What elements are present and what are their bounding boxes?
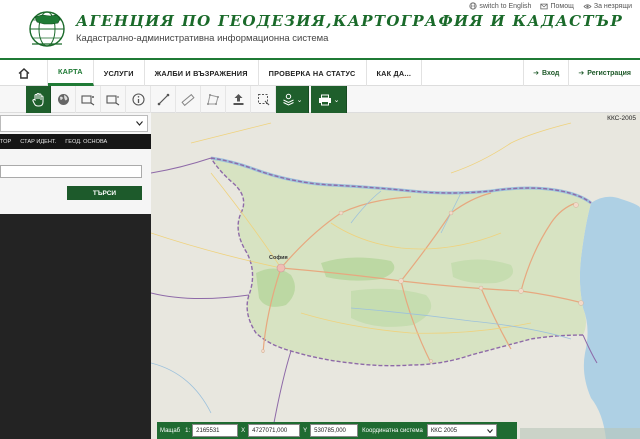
info-icon	[131, 93, 145, 106]
sofia-city-marker	[276, 263, 286, 273]
search-type-select[interactable]	[0, 115, 148, 132]
agency-subtitle: Кадастрално-административна информационн…	[76, 33, 329, 44]
print-dropdown-button[interactable]: ⌄	[311, 86, 347, 113]
search-input[interactable]	[0, 165, 142, 178]
header: АГЕНЦИЯ ПО ГЕОДЕЗИЯ,КАРТОГРАФИЯ И КАДАСТ…	[0, 0, 640, 58]
remove-layer-icon	[106, 94, 120, 105]
pan-tool-button[interactable]	[26, 86, 51, 113]
accessibility-link[interactable]: За незрящи	[583, 2, 632, 10]
nav-auth: ➔ Вход ➔ Регистрация	[523, 60, 640, 86]
add-layer-icon	[81, 94, 95, 105]
capital-label: София	[269, 255, 288, 261]
nav-item-map[interactable]: КАРТА	[48, 60, 94, 86]
search-panel: ТОР СТАР ИДЕНТ. ГЕОД. ОСНОВА ТЪРСИ	[0, 113, 151, 439]
app-root: АГЕНЦИЯ ПО ГЕОДЕЗИЯ,КАРТОГРАФИЯ И КАДАСТ…	[0, 0, 640, 439]
coordinate-bar-shadow	[520, 428, 640, 439]
login-link[interactable]: ➔ Вход	[523, 60, 568, 86]
search-tabs: ТОР СТАР ИДЕНТ. ГЕОД. ОСНОВА	[0, 134, 151, 149]
nav-item-complaints[interactable]: ЖАЛБИ И ВЪЗРАЖЕНИЯ	[145, 60, 259, 86]
forest-area	[351, 288, 432, 327]
select-region-button[interactable]	[251, 86, 276, 113]
forest-area	[451, 259, 514, 284]
switch-language-link[interactable]: switch to English	[469, 2, 531, 10]
home-icon	[18, 67, 29, 79]
tab-geodetic-base[interactable]: ГЕОД. ОСНОВА	[65, 139, 107, 145]
pan-hand-icon	[32, 92, 44, 106]
coordinate-system-label: ККС-2005	[607, 115, 636, 122]
forest-area	[321, 257, 395, 281]
layers-icon	[282, 93, 294, 106]
print-icon	[318, 94, 331, 105]
agency-title: АГЕНЦИЯ ПО ГЕОДЕЗИЯ,КАРТОГРАФИЯ И КАДАСТ…	[76, 12, 624, 30]
globe-tool-button[interactable]	[51, 86, 76, 113]
eye-icon	[583, 3, 592, 9]
coordinate-bar: Мащаб 1: 2165531 X 4727071,000 Y 530785,…	[157, 422, 517, 439]
nav-item-how-to[interactable]: КАК ДА...	[367, 60, 423, 86]
coordinate-system-select[interactable]: ККС 2005	[426, 424, 497, 437]
switch-language-label: switch to English	[479, 2, 532, 10]
nav-items: КАРТА УСЛУГИ ЖАЛБИ И ВЪЗРАЖЕНИЯ ПРОВЕРКА…	[48, 60, 423, 86]
accessibility-label: За незрящи	[593, 2, 632, 10]
top-links: switch to English Помощ За незрящи	[469, 2, 632, 10]
chevron-down-icon: ⌄	[333, 96, 340, 104]
globe-icon	[469, 2, 477, 10]
measure-line-icon	[157, 93, 169, 106]
y-label: Y	[303, 427, 308, 434]
map-toolbar: ⌄ ⌄	[0, 86, 640, 113]
scale-prefix: 1:	[185, 427, 191, 434]
search-button[interactable]: ТЪРСИ	[67, 186, 142, 200]
map-svg	[151, 113, 640, 439]
upload-button[interactable]	[226, 86, 251, 113]
y-coordinate-input[interactable]: 530785,000	[310, 424, 359, 437]
register-arrow-icon: ➔	[578, 70, 585, 77]
globe-icon	[57, 94, 69, 105]
help-label: Помощ	[550, 2, 574, 10]
mail-icon	[540, 3, 549, 9]
coordinate-system-label: Координатна система	[362, 427, 423, 434]
add-layer-button[interactable]	[76, 86, 101, 113]
chevron-down-icon	[486, 428, 493, 433]
scale-input[interactable]: 2165531	[192, 424, 239, 437]
home-button[interactable]	[0, 60, 48, 86]
search-panel-form: ТОР СТАР ИДЕНТ. ГЕОД. ОСНОВА ТЪРСИ	[0, 113, 151, 214]
info-button[interactable]	[126, 86, 151, 113]
coordinate-system-value: ККС 2005	[430, 427, 458, 434]
nav-item-status-check[interactable]: ПРОВЕРКА НА СТАТУС	[259, 60, 367, 86]
tab-identifier[interactable]: ТОР	[0, 139, 11, 145]
map-canvas[interactable]: ККС-2005 София	[151, 113, 640, 439]
measure-area-button[interactable]	[201, 86, 226, 113]
x-label: X	[241, 427, 246, 434]
chevron-down-icon: ⌄	[296, 96, 303, 104]
select-region-icon	[257, 94, 269, 106]
remove-layer-button[interactable]	[101, 86, 126, 113]
ruler-icon	[181, 93, 195, 106]
x-coordinate-input[interactable]: 4727071,000	[248, 424, 301, 437]
register-label: Регистрация	[587, 69, 631, 77]
nav-item-services[interactable]: УСЛУГИ	[94, 60, 145, 86]
measure-length-button[interactable]	[176, 86, 201, 113]
main-nav: КАРТА УСЛУГИ ЖАЛБИ И ВЪЗРАЖЕНИЯ ПРОВЕРКА…	[0, 58, 640, 86]
help-link[interactable]: Помощ	[540, 2, 574, 10]
tab-old-identifier[interactable]: СТАР ИДЕНТ.	[20, 139, 56, 145]
register-link[interactable]: ➔ Регистрация	[568, 60, 640, 86]
layers-dropdown-button[interactable]: ⌄	[276, 86, 309, 113]
login-arrow-icon: ➔	[533, 70, 540, 77]
measure-line-button[interactable]	[151, 86, 176, 113]
chevron-down-icon	[136, 121, 143, 126]
scale-label: Мащаб	[160, 427, 181, 434]
measure-area-icon	[207, 94, 219, 105]
login-label: Вход	[542, 69, 560, 77]
upload-icon	[233, 94, 243, 105]
agency-logo-globe-icon[interactable]	[28, 8, 66, 50]
